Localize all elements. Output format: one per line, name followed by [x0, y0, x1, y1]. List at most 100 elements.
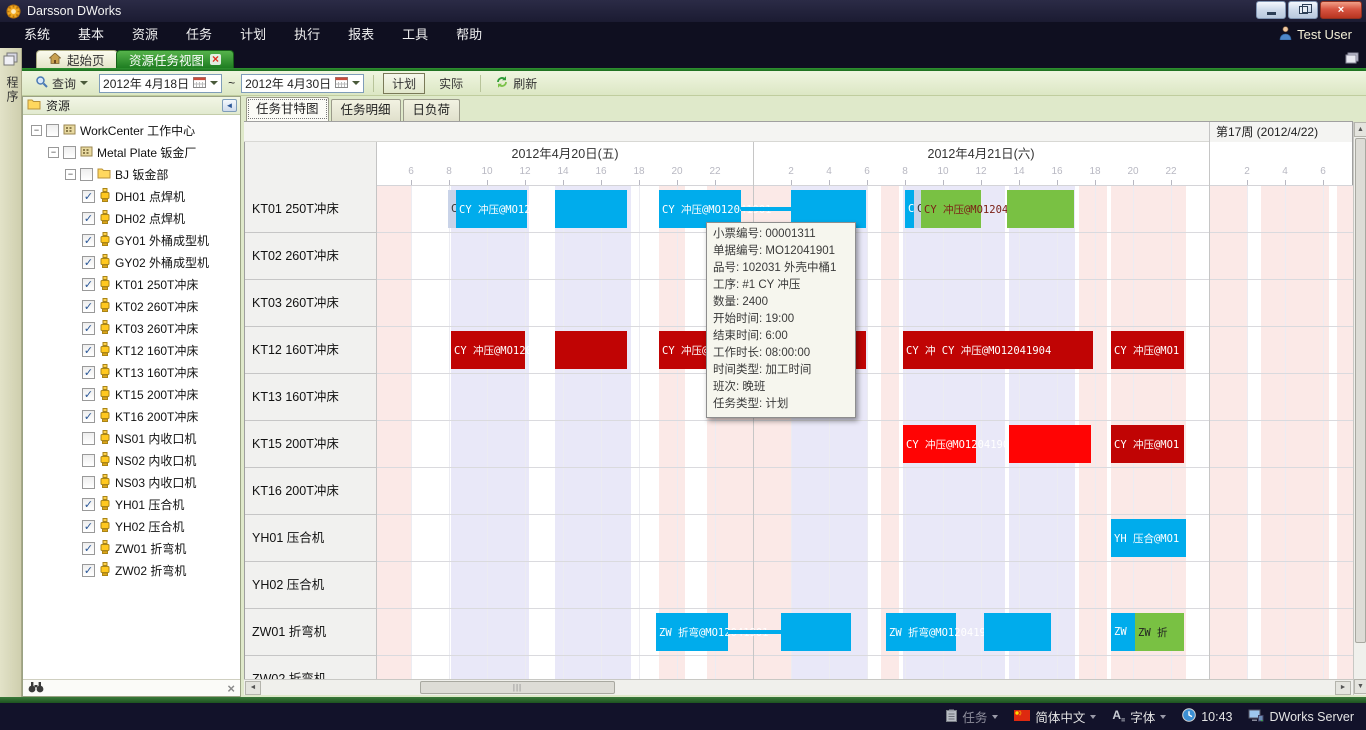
vertical-scrollbar[interactable]: ▲ ▼ [1353, 122, 1366, 695]
gantt-task-bar[interactable]: CY 冲压@MO12041901 [456, 190, 527, 228]
tree-checkbox[interactable] [46, 124, 59, 137]
tree-node[interactable]: ✓ZW02 折弯机 [23, 559, 240, 581]
tree-node[interactable]: ✓YH01 压合机 [23, 493, 240, 515]
close-button[interactable]: × [1320, 1, 1362, 19]
tree-checkbox[interactable]: ✓ [82, 498, 95, 511]
plan-toggle-button[interactable]: 计划 [383, 73, 425, 94]
tree-checkbox[interactable]: ✓ [82, 234, 95, 247]
gantt-task-bar[interactable] [555, 331, 627, 369]
restore-button[interactable] [1288, 1, 1318, 19]
tree-checkbox[interactable] [80, 168, 93, 181]
scroll-right-icon[interactable]: ► [1335, 681, 1351, 695]
menu-item[interactable]: 基本 [64, 22, 118, 48]
refresh-button[interactable]: 刷新 [490, 74, 542, 93]
tree-checkbox[interactable]: ✓ [82, 564, 95, 577]
tree-node[interactable]: ✓DH02 点焊机 [23, 207, 240, 229]
horizontal-scrollbar[interactable]: ◄ ||| ► [244, 679, 1353, 695]
tree-checkbox[interactable]: ✓ [82, 388, 95, 401]
tree-node[interactable]: ✓KT16 200T冲床 [23, 405, 240, 427]
status-item-server[interactable]: DWorks Server [1248, 709, 1354, 725]
gantt-task-bar[interactable]: CY 冲压@MO12041902 [921, 190, 981, 228]
date-to-field[interactable]: 2012年 4月30日 [241, 74, 364, 93]
tree-expander-icon[interactable]: − [65, 169, 76, 180]
gantt-task-bar[interactable] [555, 190, 627, 228]
gantt-task-bar[interactable]: C [914, 190, 921, 228]
tree-node[interactable]: ✓GY01 外桶成型机 [23, 229, 240, 251]
tree-node[interactable]: ✓KT12 160T冲床 [23, 339, 240, 361]
gantt-task-bar[interactable]: ZW 折弯@MO12041901 [656, 613, 728, 651]
tree-node[interactable]: NS01 内收口机 [23, 427, 240, 449]
tree-checkbox[interactable] [82, 432, 95, 445]
gantt-task-bar[interactable]: CY 冲压@MO1 [1111, 425, 1184, 463]
query-button[interactable]: 查询 [30, 74, 93, 93]
tree-expander-icon[interactable]: − [31, 125, 42, 136]
tree-node[interactable]: NS03 内收口机 [23, 471, 240, 493]
tree-checkbox[interactable]: ✓ [82, 256, 95, 269]
view-tab[interactable]: 任务明细 [331, 99, 401, 121]
tree-checkbox[interactable]: ✓ [82, 366, 95, 379]
menu-item[interactable]: 任务 [172, 22, 226, 48]
tree-node[interactable]: ✓YH02 压合机 [23, 515, 240, 537]
gantt-task-bar[interactable]: ZW [1111, 613, 1135, 651]
date-from-field[interactable]: 2012年 4月18日 [99, 74, 222, 93]
gantt-task-bar[interactable]: CY 冲压@MO12041903 [903, 425, 976, 463]
menu-item[interactable]: 计划 [226, 22, 280, 48]
window-list-icon[interactable] [1345, 52, 1360, 68]
gantt-task-bar[interactable] [1007, 190, 1074, 228]
tree-node[interactable]: ✓KT03 260T冲床 [23, 317, 240, 339]
tree-node[interactable]: ✓GY02 外桶成型机 [23, 251, 240, 273]
tree-checkbox[interactable]: ✓ [82, 212, 95, 225]
menu-item[interactable]: 工具 [388, 22, 442, 48]
minimize-button[interactable] [1256, 1, 1286, 19]
collapse-panel-button[interactable]: ◄ [222, 99, 237, 112]
scroll-up-icon[interactable]: ▲ [1354, 122, 1366, 137]
find-binoculars-icon[interactable] [28, 681, 44, 696]
gantt-task-bar[interactable] [1009, 425, 1091, 463]
gantt-task-bar[interactable]: ZW 折 [1135, 613, 1184, 651]
tree-checkbox[interactable] [82, 454, 95, 467]
status-item-font[interactable]: A=字体 [1112, 707, 1166, 726]
tree-node[interactable]: ✓DH01 点焊机 [23, 185, 240, 207]
view-tab[interactable]: 日负荷 [403, 99, 461, 121]
menu-item[interactable]: 资源 [118, 22, 172, 48]
status-item-cn-flag[interactable]: 简体中文 [1014, 707, 1096, 726]
gantt-task-bar[interactable] [741, 207, 791, 211]
menu-item[interactable]: 执行 [280, 22, 334, 48]
scroll-left-icon[interactable]: ◄ [245, 681, 261, 695]
gantt-task-bar[interactable] [728, 630, 781, 634]
tree-node[interactable]: ✓KT13 160T冲床 [23, 361, 240, 383]
actual-toggle-button[interactable]: 实际 [431, 74, 471, 93]
tree-node[interactable]: ✓KT01 250T冲床 [23, 273, 240, 295]
gantt-task-bar[interactable] [781, 613, 851, 651]
tree-node[interactable]: −Metal Plate 钣金厂 [23, 141, 240, 163]
tree-checkbox[interactable]: ✓ [82, 520, 95, 533]
tree-node[interactable]: −WorkCenter 工作中心 [23, 119, 240, 141]
tab-resource-task-view[interactable]: 资源任务视图 × [116, 50, 234, 68]
tree-checkbox[interactable] [63, 146, 76, 159]
tree-node[interactable]: ✓KT02 260T冲床 [23, 295, 240, 317]
tab-start-page[interactable]: 起始页 [36, 50, 118, 68]
gantt-task-bar[interactable]: C [905, 190, 914, 228]
gantt-task-bar[interactable]: CY 冲 CY 冲压@MO12041904 [903, 331, 1093, 369]
panel-close-icon[interactable]: × [227, 681, 235, 696]
tree-expander-icon[interactable]: − [48, 147, 59, 158]
gantt-task-bar[interactable]: C [448, 190, 456, 228]
program-strip-label[interactable]: 程序 [4, 76, 21, 104]
tree-node[interactable]: NS02 内收口机 [23, 449, 240, 471]
tree-node[interactable]: −BJ 钣金部 [23, 163, 240, 185]
tree-checkbox[interactable]: ✓ [82, 322, 95, 335]
tree-node[interactable]: ✓ZW01 折弯机 [23, 537, 240, 559]
tree-checkbox[interactable]: ✓ [82, 278, 95, 291]
status-item-clipboard[interactable]: 任务 [946, 707, 998, 726]
menu-item[interactable]: 报表 [334, 22, 388, 48]
tree-checkbox[interactable]: ✓ [82, 300, 95, 313]
view-tab[interactable]: 任务甘特图 [246, 97, 329, 121]
tree-checkbox[interactable]: ✓ [82, 410, 95, 423]
program-panel-icon[interactable] [3, 52, 18, 69]
gantt-task-bar[interactable]: YH 压合@MO1 [1111, 519, 1186, 557]
menu-item[interactable]: 帮助 [442, 22, 496, 48]
status-item-clock[interactable]: 10:43 [1182, 708, 1232, 725]
gantt-task-bar[interactable]: ZW 折弯@MO12041901 [886, 613, 956, 651]
tree-node[interactable]: ✓KT15 200T冲床 [23, 383, 240, 405]
gantt-task-bar[interactable]: CY 冲压@MO12041904 [451, 331, 525, 369]
